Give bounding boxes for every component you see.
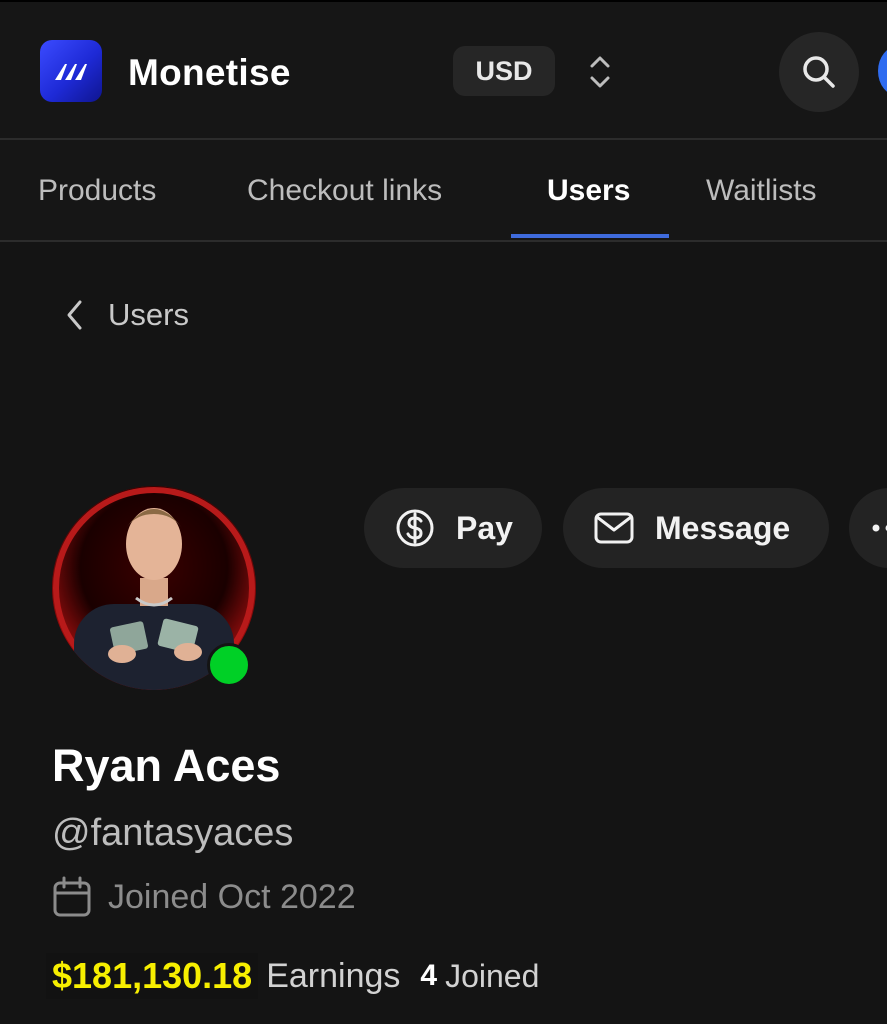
tab-waitlists[interactable]: Waitlists xyxy=(706,174,817,208)
breadcrumb-label: Users xyxy=(108,297,189,332)
currency-selector[interactable]: USD xyxy=(453,46,555,96)
earnings-label: Earnings xyxy=(266,956,401,995)
calendar-icon xyxy=(53,876,91,917)
profile-handle: @fantasyaces xyxy=(52,812,294,854)
tab-users[interactable]: Users xyxy=(547,174,630,208)
pay-button[interactable]: Pay xyxy=(364,488,542,568)
tab-bar: Products Checkout links Users Waitlists xyxy=(0,140,887,240)
pay-label: Pay xyxy=(456,509,513,546)
search-button[interactable] xyxy=(779,32,859,112)
mail-icon xyxy=(594,512,634,544)
profile-stats: $181,130.18 Earnings 4 Joined xyxy=(46,950,539,1002)
joined-date-text: Joined Oct 2022 xyxy=(108,877,356,916)
search-icon xyxy=(803,56,835,88)
chevron-up-down-icon[interactable] xyxy=(586,52,614,92)
online-status-dot xyxy=(207,643,251,687)
app-title: Monetise xyxy=(128,52,291,93)
tab-products[interactable]: Products xyxy=(38,174,156,208)
message-label: Message xyxy=(655,509,791,546)
joined-date: Joined Oct 2022 xyxy=(52,876,356,918)
message-button[interactable]: Message xyxy=(563,488,829,568)
breadcrumb[interactable]: Users xyxy=(64,292,189,338)
logo-mark-icon xyxy=(55,64,87,80)
joined-count-label: Joined xyxy=(445,957,540,994)
joined-count: 4 xyxy=(420,959,438,992)
top-bar: Monetise USD xyxy=(0,2,887,138)
active-tab-indicator xyxy=(511,234,669,238)
chevron-left-icon xyxy=(67,300,82,330)
user-avatar[interactable] xyxy=(878,46,887,96)
divider xyxy=(0,240,887,242)
dollar-icon xyxy=(396,509,434,547)
earnings-amount: $181,130.18 xyxy=(46,953,259,999)
profile-name: Ryan Aces xyxy=(52,740,281,791)
tab-checkout-links[interactable]: Checkout links xyxy=(247,174,442,208)
more-dots-icon xyxy=(872,524,887,532)
app-logo[interactable] xyxy=(40,40,102,102)
more-options-button[interactable] xyxy=(849,488,887,568)
